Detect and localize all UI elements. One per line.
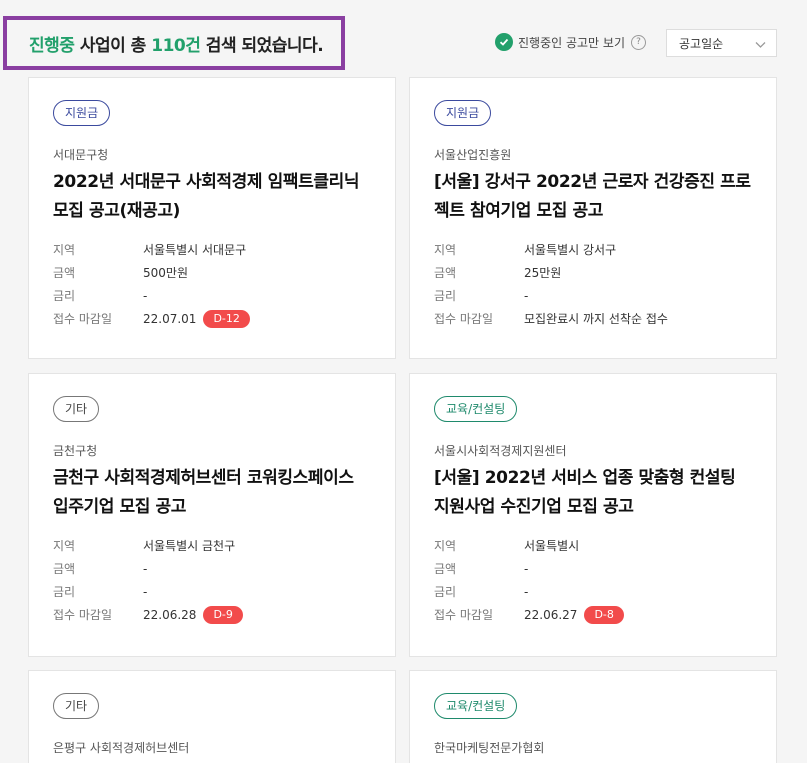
category-tag: 기타 <box>53 396 100 422</box>
region-value: 서울특별시 <box>524 539 580 553</box>
amount-label: 금액 <box>53 266 76 280</box>
deadline-label: 접수 마감일 <box>434 312 494 326</box>
announcement-card[interactable]: 교육/컨설팅 한국마케팅전문가협회 <box>409 670 777 763</box>
region-label: 지역 <box>53 539 76 553</box>
region-label: 지역 <box>434 243 457 257</box>
rate-value: - <box>524 288 529 303</box>
dday-badge: D-12 <box>203 309 250 328</box>
amount-label: 금액 <box>434 266 457 280</box>
category-tag: 지원금 <box>434 100 492 126</box>
summary-suffix: 검색 되었습니다. <box>200 35 324 56</box>
help-icon[interactable]: ? <box>631 34 646 50</box>
organization: 은평구 사회적경제허브센터 <box>53 741 190 755</box>
organization: 서대문구청 <box>53 148 109 162</box>
announcement-card[interactable]: 지원금 서울산업진흥원 [서울] 강서구 2022년 근로자 건강증진 프로젝트… <box>409 77 777 359</box>
deadline-value: 22.07.01 <box>143 311 197 326</box>
result-summary: 진행중 사업이 총 110건 검색 되었습니다. <box>3 16 345 70</box>
announcement-title[interactable]: 2022년 서대문구 사회적경제 임팩트클리닉 모집 공고(재공고) <box>53 168 373 226</box>
region-label: 지역 <box>434 539 457 553</box>
amount-label: 금액 <box>53 562 76 576</box>
amount-label: 금액 <box>434 562 457 576</box>
rate-label: 금리 <box>53 585 76 599</box>
announcement-title[interactable]: 금천구 사회적경제허브센터 코워킹스페이스 입주기업 모집 공고 <box>53 464 373 522</box>
region-value: 서울특별시 서대문구 <box>143 243 247 257</box>
organization: 서울시사회적경제지원센터 <box>434 444 567 458</box>
rate-value: - <box>524 584 529 599</box>
amount-value: - <box>143 561 148 576</box>
amount-value: 500만원 <box>143 266 188 280</box>
summary-mid: 사업이 총 <box>74 35 152 56</box>
rate-label: 금리 <box>434 585 457 599</box>
announcement-card[interactable]: 기타 은평구 사회적경제허브센터 <box>28 670 396 763</box>
results-header: 진행중 사업이 총 110건 검색 되었습니다. 진행중인 공고만 보기 ? 공… <box>0 0 807 78</box>
info-list: 지역 서울특별시 강서구 금액 25만원 금리 - 접수 마감일 모집완료시 까지 선착… <box>434 238 764 330</box>
region-value: 서울특별시 금천구 <box>143 539 236 553</box>
announcement-title[interactable]: [서울] 2022년 서비스 업종 맞춤형 컨설팅 지원사업 수진기업 모집 공… <box>434 464 754 522</box>
dday-badge: D-8 <box>584 605 624 624</box>
check-circle-icon[interactable] <box>495 33 513 51</box>
organization: 금천구청 <box>53 444 98 458</box>
sort-selected: 공고일순 <box>679 36 724 51</box>
organization: 서울산업진흥원 <box>434 148 512 162</box>
deadline-value: 22.06.28 <box>143 607 197 622</box>
region-label: 지역 <box>53 243 76 257</box>
deadline-value: 22.06.27 <box>524 607 578 622</box>
amount-value: 25만원 <box>524 266 562 280</box>
summary-count: 110건 <box>151 35 201 56</box>
summary-status: 진행중 <box>29 35 75 56</box>
category-tag: 기타 <box>53 693 100 719</box>
rate-value: - <box>143 584 148 599</box>
filter-label: 진행중인 공고만 보기 <box>518 35 625 50</box>
ongoing-only-filter[interactable]: 진행중인 공고만 보기 ? <box>495 32 646 52</box>
category-tag: 교육/컨설팅 <box>434 693 518 719</box>
announcement-card[interactable]: 기타 금천구청 금천구 사회적경제허브센터 코워킹스페이스 입주기업 모집 공고… <box>28 373 396 657</box>
deadline-label: 접수 마감일 <box>53 312 113 326</box>
announcement-card[interactable]: 교육/컨설팅 서울시사회적경제지원센터 [서울] 2022년 서비스 업종 맞춤… <box>409 373 777 657</box>
deadline-label: 접수 마감일 <box>434 608 494 622</box>
chevron-down-icon <box>755 38 766 52</box>
organization: 한국마케팅전문가협회 <box>434 741 545 755</box>
info-list: 지역 서울특별시 금천구 금액 - 금리 - 접수 마감일 22.06.28 D-9 <box>53 534 383 626</box>
sort-select[interactable]: 공고일순 <box>666 29 777 57</box>
info-list: 지역 서울특별시 금액 - 금리 - 접수 마감일 22.06.27 D-8 <box>434 534 764 626</box>
deadline-label: 접수 마감일 <box>53 608 113 622</box>
rate-label: 금리 <box>434 289 457 303</box>
announcement-card[interactable]: 지원금 서대문구청 2022년 서대문구 사회적경제 임팩트클리닉 모집 공고(… <box>28 77 396 359</box>
category-tag: 지원금 <box>53 100 111 126</box>
info-list: 지역 서울특별시 서대문구 금액 500만원 금리 - 접수 마감일 22.07.01 D… <box>53 238 383 330</box>
region-value: 서울특별시 강서구 <box>524 243 617 257</box>
amount-value: - <box>524 561 529 576</box>
category-tag: 교육/컨설팅 <box>434 396 518 422</box>
deadline-value: 모집완료시 까지 선착순 접수 <box>524 312 668 326</box>
rate-label: 금리 <box>53 289 76 303</box>
rate-value: - <box>143 288 148 303</box>
announcement-title[interactable]: [서울] 강서구 2022년 근로자 건강증진 프로젝트 참여기업 모집 공고 <box>434 168 754 226</box>
dday-badge: D-9 <box>203 605 243 624</box>
